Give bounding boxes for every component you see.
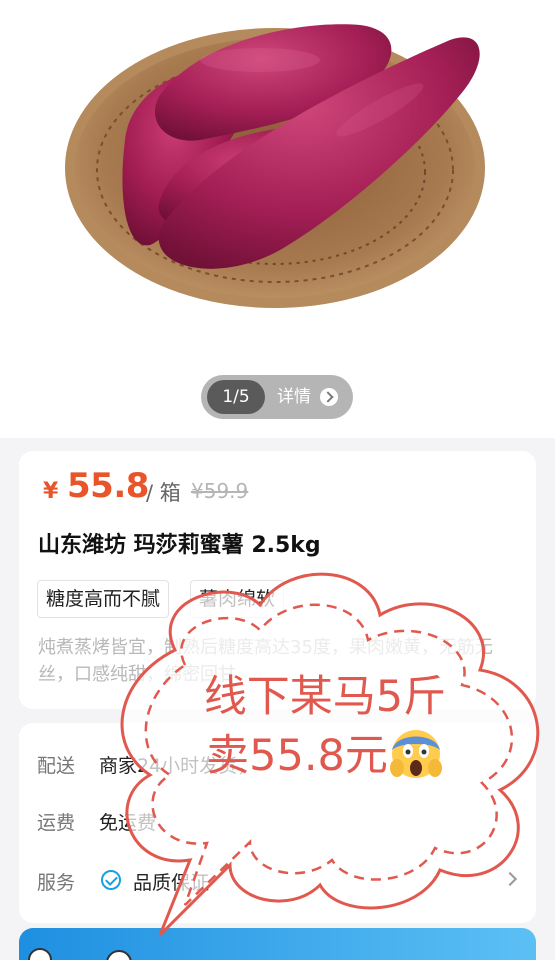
- check-circle-icon: [101, 870, 121, 890]
- sticker-caption: 线下某马5斤卖55.8元: [190, 670, 460, 783]
- face-screaming-in-fear-icon: [388, 724, 444, 780]
- original-price: ¥59.9: [191, 479, 249, 503]
- image-counter: 1/5: [207, 380, 265, 414]
- chevron-right-icon[interactable]: [502, 871, 518, 887]
- fee-value: 免运费: [99, 812, 157, 834]
- image-pager[interactable]: 1/5 详情: [201, 375, 353, 419]
- currency-symbol: ¥: [43, 479, 59, 504]
- fee-label: 运费: [37, 812, 76, 834]
- product-gallery[interactable]: 1/5 详情: [0, 0, 555, 438]
- service-label: 服务: [37, 872, 76, 894]
- chevron-right-icon: [320, 388, 338, 406]
- product-tag: 糖度高而不腻: [37, 580, 170, 618]
- service-value: 品质保证: [133, 872, 210, 894]
- detail-link[interactable]: 详情: [277, 375, 311, 419]
- product-tag: 薯肉绵软: [190, 580, 285, 618]
- bottom-action-bar[interactable]: [19, 928, 536, 960]
- product-image-sweet-potatoes: [65, 24, 485, 308]
- product-price: 55.8: [67, 466, 149, 506]
- price-unit: / 箱: [146, 481, 181, 505]
- product-title: 山东潍坊 玛莎莉蜜薯 2.5kg: [38, 533, 321, 558]
- delivery-label: 配送: [37, 755, 76, 777]
